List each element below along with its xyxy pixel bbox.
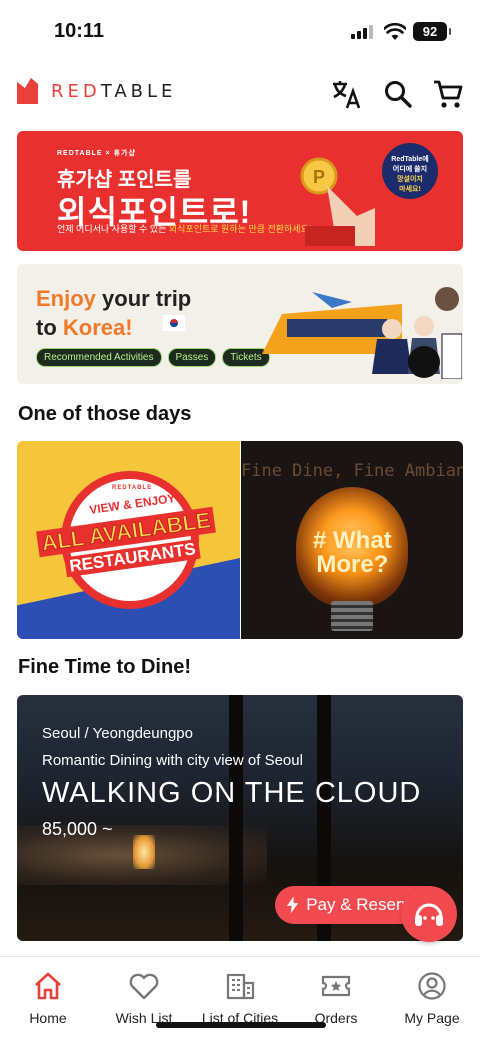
translate-button[interactable] — [331, 78, 363, 110]
lightning-icon — [287, 896, 299, 914]
korea-trip-banner[interactable]: Enjoy your trip to Korea! Recommended Ac… — [17, 264, 463, 384]
status-time: 10:11 — [54, 20, 105, 42]
search-icon — [385, 81, 412, 108]
what-more-text: # What More? — [313, 527, 392, 578]
trip-headline-2: to Korea! — [36, 315, 133, 340]
cellular-signal-icon — [351, 25, 373, 39]
restaurant-price: 85,000 ~ — [42, 819, 113, 839]
banner-partner-label: REDTABLE × 휴가샵 — [57, 150, 136, 157]
redtable-logo[interactable]: REDTABLE — [17, 78, 176, 104]
app-header: REDTABLE — [0, 70, 480, 118]
train-illustration — [262, 287, 462, 379]
nav-home[interactable]: Home — [0, 971, 96, 1026]
window-frame — [229, 695, 243, 941]
heart-icon — [129, 973, 159, 1000]
pill-recommended-activities[interactable]: Recommended Activities — [36, 348, 162, 367]
home-icon — [35, 972, 61, 1000]
home-indicator[interactable] — [156, 1022, 326, 1028]
bulb-base — [331, 601, 373, 631]
banner-speech-bubble: RedTable에 어디에 쓸지 망설이지 마세요! — [382, 143, 438, 199]
logo-mark-icon — [17, 78, 38, 104]
restaurant-description: Romantic Dining with city view of Seoul — [42, 752, 303, 769]
section-title-days: One of those days — [18, 403, 192, 425]
section-title-fine: Fine Time to Dine! — [18, 656, 191, 678]
nav-mypage[interactable]: My Page — [384, 971, 480, 1026]
points-promo-banner[interactable]: REDTABLE × 휴가샵 휴가샵 포인트를 외식포인트로! 언제 어디서나 … — [17, 131, 463, 251]
cart-button[interactable] — [432, 78, 464, 110]
user-circle-icon — [418, 972, 446, 1000]
translate-icon — [333, 81, 361, 109]
building-icon — [226, 973, 255, 1000]
battery-indicator: 92 — [413, 22, 451, 41]
restaurant-name: WALKING ON THE CLOUD — [42, 777, 422, 809]
wifi-icon — [384, 23, 406, 40]
fine-dine-heading: Fine Dine, Fine Ambiance — [241, 461, 463, 481]
nav-mypage-label: My Page — [404, 1010, 460, 1026]
pill-passes[interactable]: Passes — [167, 348, 217, 367]
nav-orders[interactable]: Orders — [288, 971, 384, 1026]
banner-subtext: 언제 어디서나 사용할 수 있는 외식포인트로 원하는 만큼 전환하세요! — [57, 224, 312, 234]
what-more-card[interactable]: Fine Dine, Fine Ambiance # What More? — [241, 441, 463, 639]
trip-headline-1: Enjoy your trip — [36, 286, 192, 311]
ticket-icon — [321, 975, 351, 997]
trip-category-pills: Recommended Activities Passes Tickets — [36, 348, 270, 367]
status-bar: 10:11 92 — [0, 0, 480, 62]
restaurant-location: Seoul / Yeongdeungpo — [42, 725, 193, 742]
candle-light — [133, 835, 155, 869]
days-promo-grid: REDTABLE VIEW & ENJOY ALL AVAILABLE REST… — [17, 441, 463, 639]
promo-brand: REDTABLE — [112, 485, 153, 491]
nav-cities[interactable]: List of Cities — [192, 971, 288, 1026]
search-button[interactable] — [382, 78, 414, 110]
support-chat-button[interactable] — [401, 886, 457, 942]
korea-flag-icon — [162, 314, 186, 332]
all-restaurants-card[interactable]: REDTABLE VIEW & ENJOY ALL AVAILABLE REST… — [17, 441, 240, 639]
nav-home-label: Home — [29, 1010, 67, 1026]
headset-icon — [415, 903, 443, 926]
coin-illustration: P — [300, 157, 375, 246]
cart-icon — [434, 80, 463, 108]
svg-text:P: P — [313, 167, 325, 187]
nav-wishlist[interactable]: Wish List — [96, 971, 192, 1026]
logo-wordmark: REDTABLE — [51, 80, 177, 102]
